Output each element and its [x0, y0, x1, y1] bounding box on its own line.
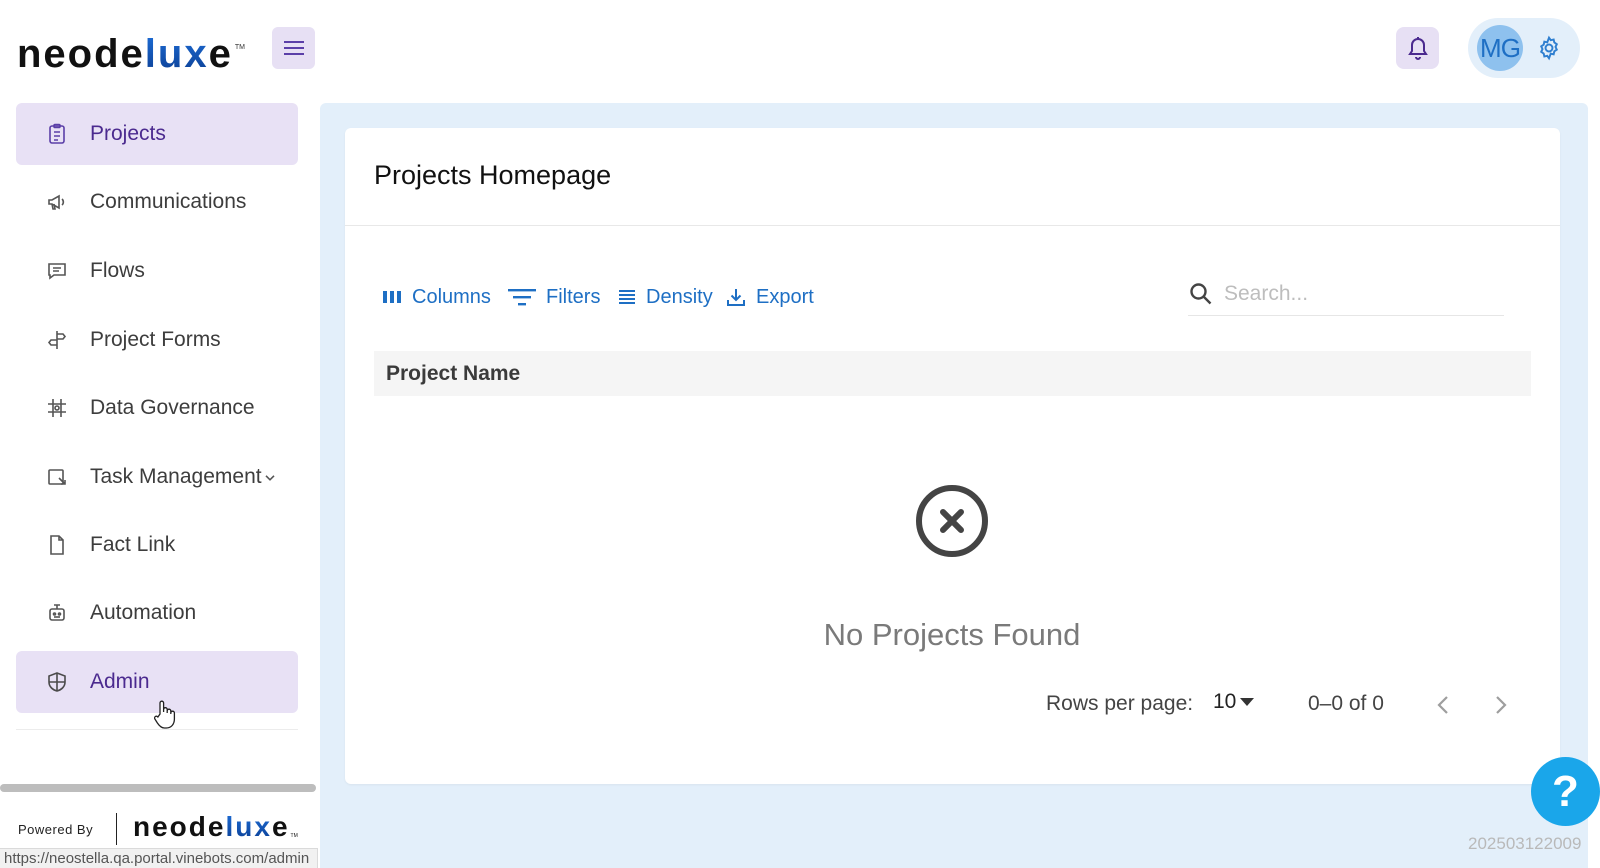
sidebar-item-fact-link[interactable]: Fact Link	[16, 514, 298, 576]
sidebar-item-label: Fact Link	[90, 533, 176, 556]
clipboard-icon	[49, 123, 65, 144]
rows-per-page-select[interactable]: 10	[1213, 690, 1255, 714]
rows-per-page-label: Rows per page:	[1046, 692, 1194, 715]
export-button[interactable]: Export	[726, 282, 814, 312]
filters-button[interactable]: Filters	[508, 282, 600, 312]
logo-text-main: neode	[133, 811, 226, 842]
logo-text-end: e	[271, 811, 290, 842]
sidebar-item-communications[interactable]: Communications	[16, 171, 298, 233]
previous-page-button[interactable]	[1429, 691, 1457, 719]
brand-logo[interactable]: neode lux e TM	[17, 26, 245, 76]
logo-text-accent: lux	[144, 32, 209, 76]
pointer-hand-icon	[154, 700, 176, 729]
logo-text-end: e	[208, 32, 233, 76]
menu-toggle-button[interactable]	[272, 27, 315, 69]
powered-by-divider	[116, 813, 117, 845]
sidebar-item-label: Admin	[90, 670, 150, 693]
card-divider	[345, 225, 1560, 226]
task-icon	[48, 469, 66, 485]
chat-icon	[48, 263, 66, 280]
sidebar-item-label: Task Management	[90, 465, 262, 488]
shield-icon	[48, 672, 66, 692]
density-button[interactable]: Density	[618, 282, 713, 312]
logo-trademark: TM	[234, 44, 245, 51]
notifications-button[interactable]	[1396, 27, 1439, 69]
next-page-button[interactable]	[1487, 691, 1515, 719]
pagination-range: 0–0 of 0	[1308, 692, 1384, 715]
logo-text-accent: lux	[225, 811, 272, 842]
hamburger-icon	[283, 41, 304, 55]
sidebar-item-label: Automation	[90, 601, 197, 624]
sidebar-item-automation[interactable]: Automation	[16, 582, 298, 644]
signpost-icon	[47, 331, 67, 349]
sidebar-item-label: Flows	[90, 259, 145, 282]
rows-per-page-value: 10	[1213, 690, 1237, 713]
empty-state-message: No Projects Found	[823, 617, 1081, 652]
caret-down-icon	[1240, 698, 1255, 706]
bell-icon	[1407, 37, 1428, 60]
chevron-right-icon	[1496, 696, 1507, 714]
search-input[interactable]	[1224, 278, 1494, 310]
search-icon	[1190, 283, 1212, 305]
sidebar-item-projects[interactable]: Projects	[16, 103, 298, 165]
chevron-down-icon[interactable]	[264, 474, 276, 482]
close-circle-icon	[916, 485, 988, 557]
sidebar-item-task-management[interactable]: Task Management	[16, 446, 298, 508]
megaphone-icon	[48, 194, 65, 210]
sidebar-item-label: Project Forms	[90, 328, 221, 351]
sidebar-item-flows[interactable]: Flows	[16, 240, 298, 302]
robot-icon	[49, 604, 65, 621]
density-label: Density	[646, 285, 713, 308]
sidebar-scrollbar[interactable]	[0, 784, 316, 792]
help-button[interactable]: ?	[1531, 757, 1600, 826]
build-id: 202503122009	[1468, 834, 1582, 853]
grid-icon	[48, 399, 66, 417]
powered-by-logo: neode lux e TM	[133, 811, 298, 843]
download-icon	[727, 289, 745, 306]
export-label: Export	[756, 285, 814, 308]
columns-label: Columns	[412, 285, 491, 308]
chevron-left-icon	[1437, 696, 1448, 714]
search-box	[1188, 276, 1504, 316]
filters-label: Filters	[546, 285, 601, 308]
gear-icon[interactable]	[1536, 35, 1562, 61]
projects-card	[345, 128, 1560, 784]
sidebar-item-label: Projects	[90, 122, 166, 145]
sidebar-item-project-forms[interactable]: Project Forms	[16, 309, 298, 371]
columns-icon	[383, 291, 401, 303]
sidebar-item-label: Data Governance	[90, 396, 255, 419]
document-icon	[50, 535, 64, 555]
columns-button[interactable]: Columns	[382, 282, 491, 312]
logo-trademark: TM	[290, 833, 298, 839]
page-title: Projects Homepage	[374, 160, 612, 190]
column-header-project-name[interactable]: Project Name	[374, 351, 1531, 396]
avatar[interactable]: MG	[1477, 25, 1523, 71]
sidebar-item-data-governance[interactable]: Data Governance	[16, 377, 298, 439]
filter-icon	[508, 289, 536, 306]
sidebar-item-label: Communications	[90, 190, 247, 213]
density-icon	[619, 290, 635, 304]
status-bar-url: https://neostella.qa.portal.vinebots.com…	[0, 848, 319, 868]
column-header-label: Project Name	[386, 361, 521, 385]
powered-by-label: Powered By	[18, 822, 94, 837]
logo-text-main: neode	[17, 32, 145, 76]
